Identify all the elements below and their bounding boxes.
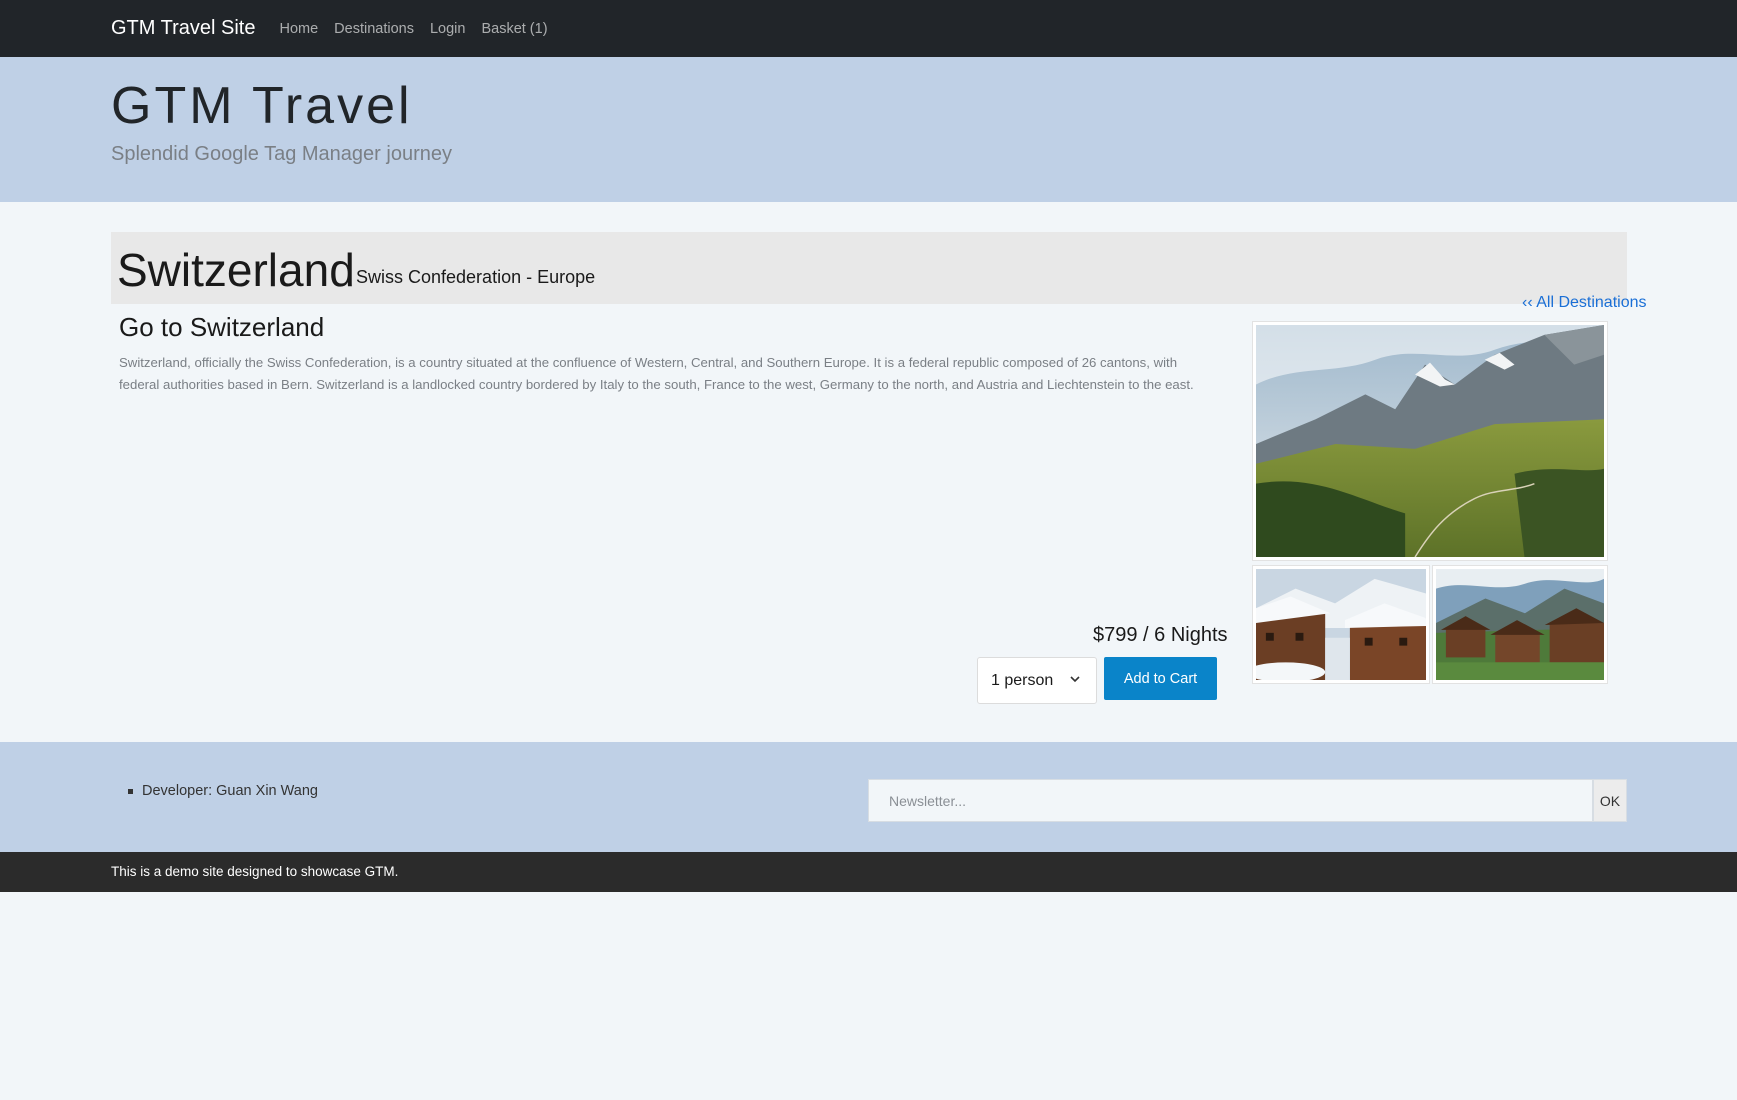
newsletter-input[interactable] xyxy=(868,779,1593,822)
demo-notice: This is a demo site designed to showcase… xyxy=(111,864,399,879)
nav-link-home[interactable]: Home xyxy=(279,21,318,37)
main-landscape-photo[interactable] xyxy=(1252,321,1608,561)
top-navbar: GTM Travel Site Home Destinations Login … xyxy=(0,0,1737,57)
snowy-chalets-image xyxy=(1256,569,1426,680)
developer-text: Developer: Guan Xin Wang xyxy=(142,783,318,799)
site-title: GTM Travel xyxy=(111,77,413,135)
site-brand-link[interactable]: GTM Travel Site xyxy=(111,17,255,40)
destination-title-bar: Switzerland Swiss Confederation - Europe xyxy=(111,232,1627,304)
person-count-value: 1 person xyxy=(991,671,1054,689)
all-destinations-link[interactable]: ‹‹ All Destinations xyxy=(1522,294,1647,312)
alpine-village-photo[interactable] xyxy=(1432,565,1608,684)
footer: Developer: Guan Xin Wang OK xyxy=(0,742,1737,852)
site-subtitle: Splendid Google Tag Manager journey xyxy=(111,143,452,165)
destination-description: Switzerland, officially the Swiss Confed… xyxy=(119,355,1194,392)
mountain-valley-image xyxy=(1256,325,1604,557)
nav-link-destinations[interactable]: Destinations xyxy=(334,21,414,37)
price-label: $799 / 6 Nights xyxy=(1093,624,1228,646)
snowy-village-photo[interactable] xyxy=(1252,565,1430,684)
destination-heading: Go to Switzerland xyxy=(119,312,325,342)
add-to-cart-button[interactable]: Add to Cart xyxy=(1104,657,1217,700)
alpine-chalets-image xyxy=(1436,569,1604,680)
destination-name: Switzerland xyxy=(117,244,355,296)
destination-official-name: Swiss Confederation - Europe xyxy=(356,267,596,287)
nav-link-basket[interactable]: Basket (1) xyxy=(481,21,547,37)
header-banner: GTM Travel Splendid Google Tag Manager j… xyxy=(0,57,1737,202)
chevron-down-icon xyxy=(1070,676,1080,683)
bullet-icon xyxy=(128,788,133,794)
newsletter-ok-button[interactable]: OK xyxy=(1593,779,1627,822)
developer-credit: Developer: Guan Xin Wang xyxy=(128,783,318,799)
person-count-select[interactable]: 1 person xyxy=(977,657,1097,704)
bottom-bar: This is a demo site designed to showcase… xyxy=(0,852,1737,892)
nav-link-login[interactable]: Login xyxy=(430,21,465,37)
